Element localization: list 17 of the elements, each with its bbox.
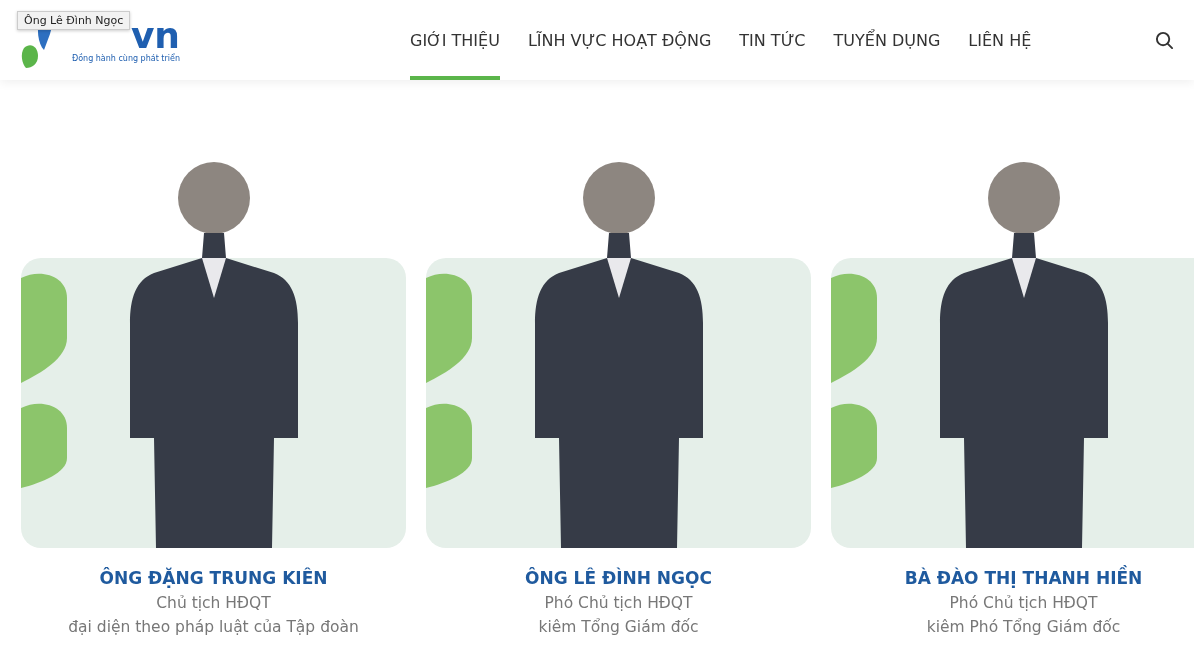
person-name: ÔNG ĐẶNG TRUNG KIÊN bbox=[99, 568, 328, 588]
nav-link[interactable]: GIỚI THIỆU bbox=[410, 0, 500, 80]
nav-link[interactable]: LIÊN HỆ bbox=[968, 0, 1032, 80]
logo-tagline: Đồng hành cùng phát triển bbox=[72, 53, 180, 63]
person-role: Phó Chủ tịch HĐQT bbox=[544, 594, 693, 612]
person-role: kiêm Phó Tổng Giám đốc bbox=[926, 618, 1121, 636]
nav-link[interactable]: TIN TỨC bbox=[739, 0, 806, 80]
nav-link[interactable]: TUYỂN DỤNG bbox=[833, 0, 941, 80]
person-role: Chủ tịch HĐQT bbox=[156, 594, 271, 612]
person-role: kiêm Tổng Giám đốc bbox=[538, 618, 699, 636]
search-icon[interactable] bbox=[1155, 30, 1174, 50]
person-role: đại diện theo pháp luật của Tập đoàn bbox=[68, 618, 359, 636]
person-role: Phó Chủ tịch HĐQT bbox=[949, 594, 1098, 612]
nav-link[interactable]: LĨNH VỰC HOẠT ĐỘNG bbox=[527, 0, 712, 80]
logo-wordmark: vn bbox=[130, 17, 180, 54]
tooltip: Ông Lê Đình Ngọc bbox=[17, 11, 131, 30]
person-name: ÔNG LÊ ĐÌNH NGỌC bbox=[525, 568, 712, 588]
